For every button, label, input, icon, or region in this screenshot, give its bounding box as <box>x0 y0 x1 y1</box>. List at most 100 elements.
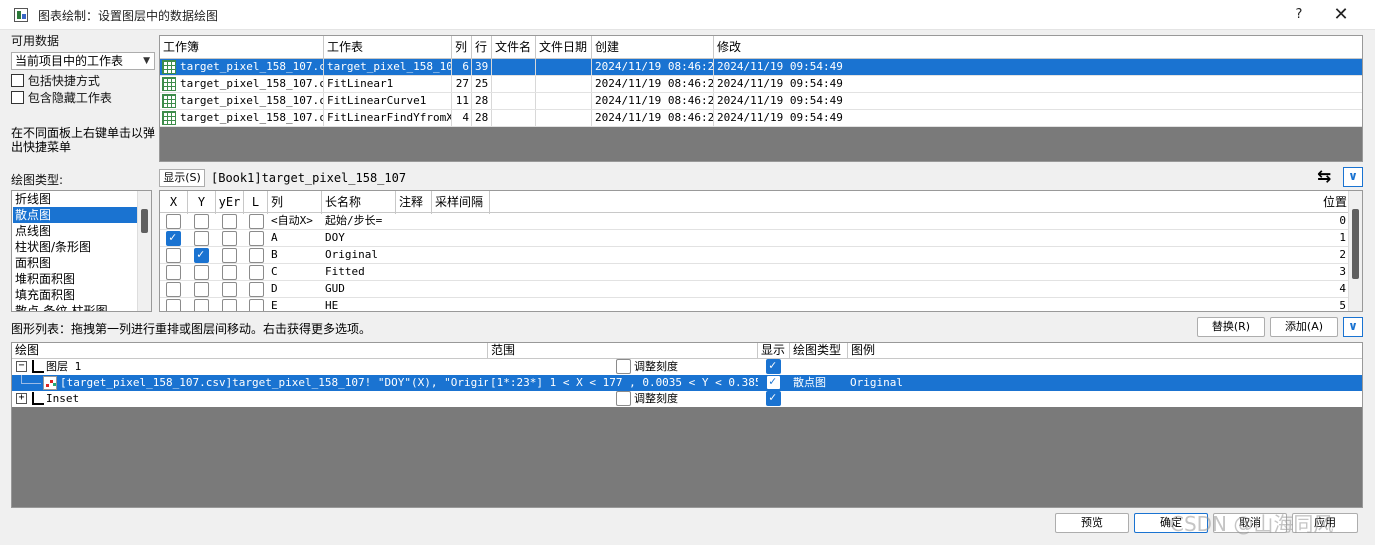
yerr-checkbox[interactable] <box>222 299 237 311</box>
y-checkbox[interactable] <box>194 282 209 297</box>
layer-row[interactable]: + Inset 调整刻度 <box>12 390 1362 407</box>
data-source-select[interactable]: 当前项目中的工作表 ▼ <box>11 52 155 70</box>
x-checkbox[interactable] <box>166 265 181 280</box>
adjust-scale-checkbox[interactable] <box>616 391 631 406</box>
plot-type-item[interactable]: 折线图 <box>13 191 137 207</box>
y-checkbox[interactable] <box>194 299 209 311</box>
x-checkbox[interactable] <box>166 230 181 246</box>
collapse-chevron-icon[interactable]: ∨ <box>1343 317 1363 337</box>
cell-long-name: GUD <box>325 282 345 295</box>
close-button[interactable]: ✕ <box>1330 5 1352 25</box>
column-row[interactable]: A DOY 1 <box>160 230 1350 247</box>
header-columns[interactable]: 列 <box>452 36 472 59</box>
show-checkbox[interactable] <box>766 374 781 390</box>
header-modified[interactable]: 修改 <box>714 36 1364 59</box>
y-checkbox[interactable] <box>194 214 209 229</box>
header-rows[interactable]: 行 <box>472 36 492 59</box>
plot-type-list[interactable]: 折线图 散点图 点线图 柱状图/条形图 面积图 堆积面积图 填充面积图 散点-条… <box>11 190 152 312</box>
watermark: CSDN @山海同风 <box>1170 512 1334 536</box>
workbook-row[interactable]: target_pixel_158_107.csv FitLinear1 27 2… <box>160 76 1362 93</box>
header-plot-type[interactable]: 绘图类型 <box>790 343 848 359</box>
plot-type-item[interactable]: 填充面积图 <box>13 287 137 303</box>
replace-button[interactable]: 替换(R) <box>1197 317 1265 337</box>
header-worksheet[interactable]: 工作表 <box>324 36 452 59</box>
include-hidden-option[interactable]: 包含隐藏工作表 <box>11 89 112 106</box>
header-filename[interactable]: 文件名 <box>492 36 536 59</box>
column-table-scrollbar[interactable] <box>1348 191 1362 311</box>
l-checkbox[interactable] <box>249 282 264 297</box>
yerr-checkbox[interactable] <box>222 248 237 263</box>
include-shortcuts-option[interactable]: 包括快捷方式 <box>11 72 100 89</box>
l-checkbox[interactable] <box>249 248 264 263</box>
header-position[interactable]: 位置 <box>1320 191 1350 214</box>
header-l[interactable]: L <box>244 191 268 214</box>
header-range[interactable]: 范围 <box>488 343 758 359</box>
l-checkbox[interactable] <box>249 265 264 280</box>
column-row[interactable]: <自动X> 起始/步长= 0 <box>160 213 1350 230</box>
y-checkbox[interactable] <box>194 231 209 246</box>
layer-row[interactable]: − 图层 1 调整刻度 <box>12 358 1362 375</box>
header-plot[interactable]: 绘图 <box>12 343 488 359</box>
graph-list-tree[interactable]: 绘图 范围 显示 绘图类型 图例 − 图层 1 调整刻度 [target_pix… <box>11 342 1363 508</box>
expand-toggle[interactable]: + <box>16 393 27 404</box>
l-checkbox[interactable] <box>249 214 264 229</box>
plot-type-item[interactable]: 散点图 <box>13 207 137 223</box>
header-long-name[interactable]: 长名称 <box>322 191 396 214</box>
x-checkbox[interactable] <box>166 282 181 297</box>
plot-type-item[interactable]: 堆积面积图 <box>13 271 137 287</box>
column-row[interactable]: B Original 2 <box>160 247 1350 264</box>
cell-modified: 2024/11/19 09:54:49 <box>717 111 843 124</box>
l-checkbox[interactable] <box>249 231 264 246</box>
plot-type-item[interactable]: 散点-条纹-柱形图 <box>13 303 137 311</box>
title-bar: 图表绘制：设置图层中的数据绘图 ? ✕ <box>0 0 1375 30</box>
plot-row[interactable]: [target_pixel_158_107.csv]target_pixel_1… <box>12 374 1362 391</box>
header-yerr[interactable]: yEr <box>216 191 244 214</box>
workbook-row[interactable]: target_pixel_158_107.csv FitLinearFindYf… <box>160 110 1362 127</box>
show-button[interactable]: 显示(S) <box>159 169 205 187</box>
x-checkbox[interactable] <box>166 299 181 311</box>
collapse-toggle[interactable]: − <box>16 361 27 372</box>
y-checkbox[interactable] <box>194 265 209 280</box>
show-checkbox[interactable] <box>766 358 781 374</box>
plot-type-item[interactable]: 面积图 <box>13 255 137 271</box>
plot-type-item[interactable]: 柱状图/条形图 <box>13 239 137 255</box>
y-checkbox[interactable] <box>194 247 209 263</box>
header-sampling[interactable]: 采样间隔 <box>432 191 490 214</box>
collapse-chevron-icon[interactable]: ∨ <box>1343 167 1363 187</box>
x-checkbox[interactable] <box>166 214 181 229</box>
yerr-checkbox[interactable] <box>222 265 237 280</box>
add-button[interactable]: 添加(A) <box>1270 317 1338 337</box>
yerr-checkbox[interactable] <box>222 282 237 297</box>
include-hidden-checkbox[interactable] <box>11 91 24 104</box>
adjust-scale-checkbox[interactable] <box>616 359 631 374</box>
l-checkbox[interactable] <box>249 299 264 311</box>
yerr-checkbox[interactable] <box>222 214 237 229</box>
plot-type-scrollbar[interactable] <box>137 191 151 311</box>
scrollbar-thumb[interactable] <box>1352 209 1359 279</box>
workbook-row[interactable]: target_pixel_158_107.csv target_pixel_15… <box>160 59 1362 76</box>
header-comment[interactable]: 注释 <box>396 191 432 214</box>
header-show[interactable]: 显示 <box>758 343 790 359</box>
header-legend[interactable]: 图例 <box>848 343 1362 359</box>
plot-type-item[interactable]: 点线图 <box>13 223 137 239</box>
column-table[interactable]: X Y yEr L 列 长名称 注释 采样间隔 位置 <自动X> 起始/步长= … <box>159 190 1363 312</box>
show-checkbox[interactable] <box>766 390 781 406</box>
workbook-row[interactable]: target_pixel_158_107.csv FitLinearCurve1… <box>160 93 1362 110</box>
column-row[interactable]: C Fitted 3 <box>160 264 1350 281</box>
header-filedate[interactable]: 文件日期 <box>536 36 592 59</box>
workbook-table[interactable]: 工作簿 工作表 列 行 文件名 文件日期 创建 修改 target_pixel_… <box>159 35 1363 162</box>
column-row[interactable]: E HE 5 <box>160 298 1350 311</box>
header-y[interactable]: Y <box>188 191 216 214</box>
header-workbook[interactable]: 工作簿 <box>160 36 324 59</box>
header-x[interactable]: X <box>160 191 188 214</box>
yerr-checkbox[interactable] <box>222 231 237 246</box>
header-created[interactable]: 创建 <box>592 36 714 59</box>
x-checkbox[interactable] <box>166 248 181 263</box>
help-button[interactable]: ? <box>1288 5 1310 25</box>
preview-button[interactable]: 预览 <box>1055 513 1129 533</box>
include-shortcuts-checkbox[interactable] <box>11 74 24 87</box>
swap-arrows-icon[interactable]: ⇆ <box>1317 167 1335 187</box>
scrollbar-thumb[interactable] <box>141 209 148 233</box>
column-row[interactable]: D GUD 4 <box>160 281 1350 298</box>
header-column[interactable]: 列 <box>268 191 322 214</box>
